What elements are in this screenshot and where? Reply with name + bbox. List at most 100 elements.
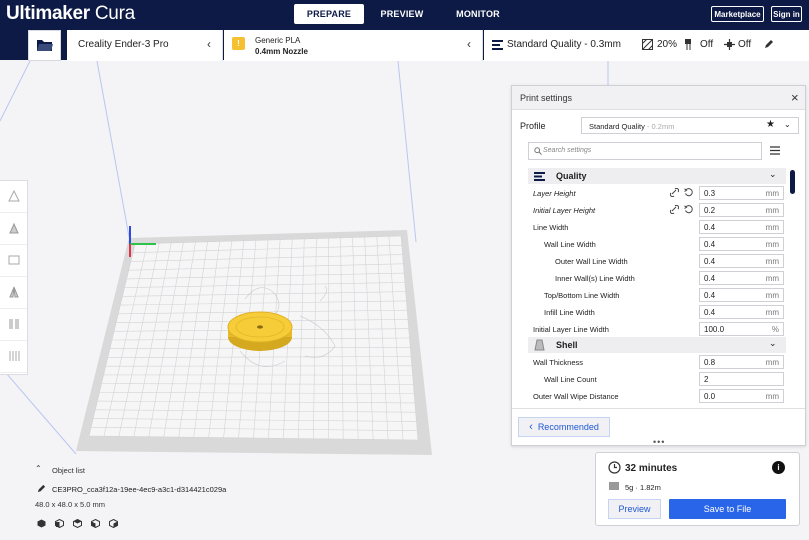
open-file-button[interactable]	[28, 30, 61, 61]
category-shell[interactable]: Shell ⌄	[528, 337, 786, 353]
setting-label: Initial Layer Height	[533, 206, 596, 215]
wall-thickness-field[interactable]: 0.8 mm	[699, 355, 784, 369]
print-time: 32 minutes	[625, 463, 678, 474]
line-width-field[interactable]: 0.4 mm	[699, 220, 784, 234]
move-tool-button[interactable]	[0, 181, 27, 213]
per-model-settings-icon	[7, 317, 21, 333]
save-to-file-button[interactable]: Save to File	[669, 499, 786, 519]
recommended-button[interactable]: ‹ Recommended	[518, 417, 610, 437]
marketplace-button[interactable]: Marketplace	[711, 6, 764, 22]
profile-dropdown[interactable]: Standard Quality - 0.2mm ★ ⌄	[581, 117, 799, 134]
mirror-icon	[7, 285, 21, 301]
search-settings-input[interactable]: Search settings	[528, 142, 762, 160]
layer-height-field[interactable]: 0.3 mm	[699, 186, 784, 200]
setting-label: Outer Wall Line Width	[555, 257, 628, 266]
wall-line-width-field[interactable]: 0.4 mm	[699, 237, 784, 251]
search-placeholder: Search settings	[543, 147, 592, 154]
mirror-tool-button[interactable]	[0, 277, 27, 309]
settings-scrollbar[interactable]	[790, 170, 795, 194]
setting-label: Wall Line Count	[544, 375, 597, 384]
star-icon[interactable]: ★	[766, 119, 775, 130]
print-estimate-card: 32 minutes i 5g · 1.82m Preview Save to …	[595, 452, 800, 526]
signin-button[interactable]: Sign in	[771, 6, 802, 22]
inner-wall-line-width-field[interactable]: 0.4 mm	[699, 271, 784, 285]
info-icon[interactable]: i	[772, 461, 785, 474]
folder-icon	[36, 38, 54, 54]
search-icon	[534, 147, 542, 157]
chevron-down-icon: ⌄	[769, 338, 777, 348]
tab-monitor[interactable]: MONITOR	[440, 4, 516, 24]
print-settings-header: Print settings ×	[512, 86, 805, 110]
shell-icon	[534, 339, 545, 353]
link-icon	[669, 204, 680, 216]
quality-profile-label: Standard Quality - 0.3mm	[507, 39, 621, 50]
view-left-icon[interactable]	[91, 518, 100, 530]
close-icon[interactable]: ×	[791, 90, 799, 105]
clock-icon	[608, 461, 621, 476]
reset-icon[interactable]	[684, 205, 693, 216]
printer-name: Creality Ender-3 Pro	[78, 39, 169, 50]
reset-icon[interactable]	[684, 188, 693, 199]
setting-label: Initial Layer Line Width	[533, 325, 609, 334]
tab-preview[interactable]: PREVIEW	[368, 4, 436, 24]
recommended-label: Recommended	[537, 422, 599, 432]
material-name: Generic PLA	[255, 36, 301, 45]
chevron-down-icon: ⌄	[784, 120, 791, 129]
wall-line-count-field[interactable]: 2	[699, 372, 784, 386]
object-list: ⌃ Object list CE3PRO_cca3f12a-19ee-4ec9-…	[35, 463, 295, 535]
infill-value: 20%	[657, 39, 678, 50]
quality-icon	[492, 40, 503, 52]
settings-menu-icon[interactable]	[770, 146, 780, 157]
material-selector[interactable]: ! Generic PLA 0.4mm Nozzle ‹	[224, 30, 483, 61]
object-filename[interactable]: CE3PRO_cca3f12a-19ee-4ec9-a3c1-d314421c0…	[52, 485, 226, 494]
view-right-icon[interactable]	[109, 518, 118, 530]
view-top-icon[interactable]	[73, 518, 82, 530]
setting-label: Line Width	[533, 223, 569, 232]
profile-label: Profile	[520, 121, 546, 131]
setting-label: Inner Wall(s) Line Width	[555, 274, 635, 283]
printer-selector[interactable]: Creality Ender-3 Pro ‹	[67, 30, 223, 61]
support-icon	[685, 39, 696, 52]
spool-icon	[609, 481, 619, 493]
print-setup-selector[interactable]: Standard Quality - 0.3mm 20% Off Off	[484, 30, 809, 61]
scale-icon	[7, 221, 21, 237]
setting-label: Top/Bottom Line Width	[544, 291, 620, 300]
support-blocker-button[interactable]	[0, 341, 27, 373]
category-label: Shell	[556, 340, 578, 350]
category-label: Quality	[556, 171, 587, 181]
resize-handle-icon[interactable]: •••	[653, 437, 665, 447]
chevron-left-icon: ‹	[207, 37, 211, 51]
rotate-tool-button[interactable]	[0, 245, 27, 277]
chevron-left-icon: ‹	[467, 37, 471, 51]
quality-icon	[534, 172, 545, 183]
tab-prepare[interactable]: PREPARE	[294, 4, 364, 24]
initial-layer-height-field[interactable]: 0.2 mm	[699, 203, 784, 217]
top-header: Ultimaker Cura PREPARE PREVIEW MONITOR M…	[0, 0, 809, 30]
adhesion-icon	[724, 39, 735, 52]
setting-label: Outer Wall Wipe Distance	[533, 392, 619, 401]
link-icon	[669, 187, 680, 199]
per-model-settings-button[interactable]	[0, 309, 27, 341]
initial-layer-line-width-field[interactable]: 100.0%	[699, 322, 784, 336]
preview-button[interactable]: Preview	[608, 499, 661, 519]
object-list-title[interactable]: Object list	[52, 466, 85, 475]
setting-label: Layer Height	[533, 189, 576, 198]
view-3d-icon[interactable]	[37, 519, 46, 530]
outer-wall-wipe-distance-field[interactable]: 0.0 mm	[699, 389, 784, 403]
nozzle-name: 0.4mm Nozzle	[255, 47, 308, 56]
setting-label: Wall Line Width	[544, 240, 596, 249]
print-settings-panel: Print settings × Profile Standard Qualit…	[511, 85, 806, 447]
setting-label: Infill Line Width	[544, 308, 595, 317]
adhesion-value: Off	[738, 39, 752, 50]
outer-wall-line-width-field[interactable]: 0.4 mm	[699, 254, 784, 268]
scale-tool-button[interactable]	[0, 213, 27, 245]
category-quality[interactable]: Quality ⌄	[528, 168, 786, 184]
warning-badge-icon: !	[232, 37, 245, 50]
top-bottom-line-width-field[interactable]: 0.4 mm	[699, 288, 784, 302]
infill-icon	[641, 38, 654, 52]
pencil-icon	[764, 39, 774, 51]
infill-line-width-field[interactable]: 0.4 mm	[699, 305, 784, 319]
rotate-icon	[7, 253, 21, 269]
view-front-icon[interactable]	[55, 518, 64, 530]
chevron-up-icon[interactable]: ⌃	[35, 464, 42, 473]
